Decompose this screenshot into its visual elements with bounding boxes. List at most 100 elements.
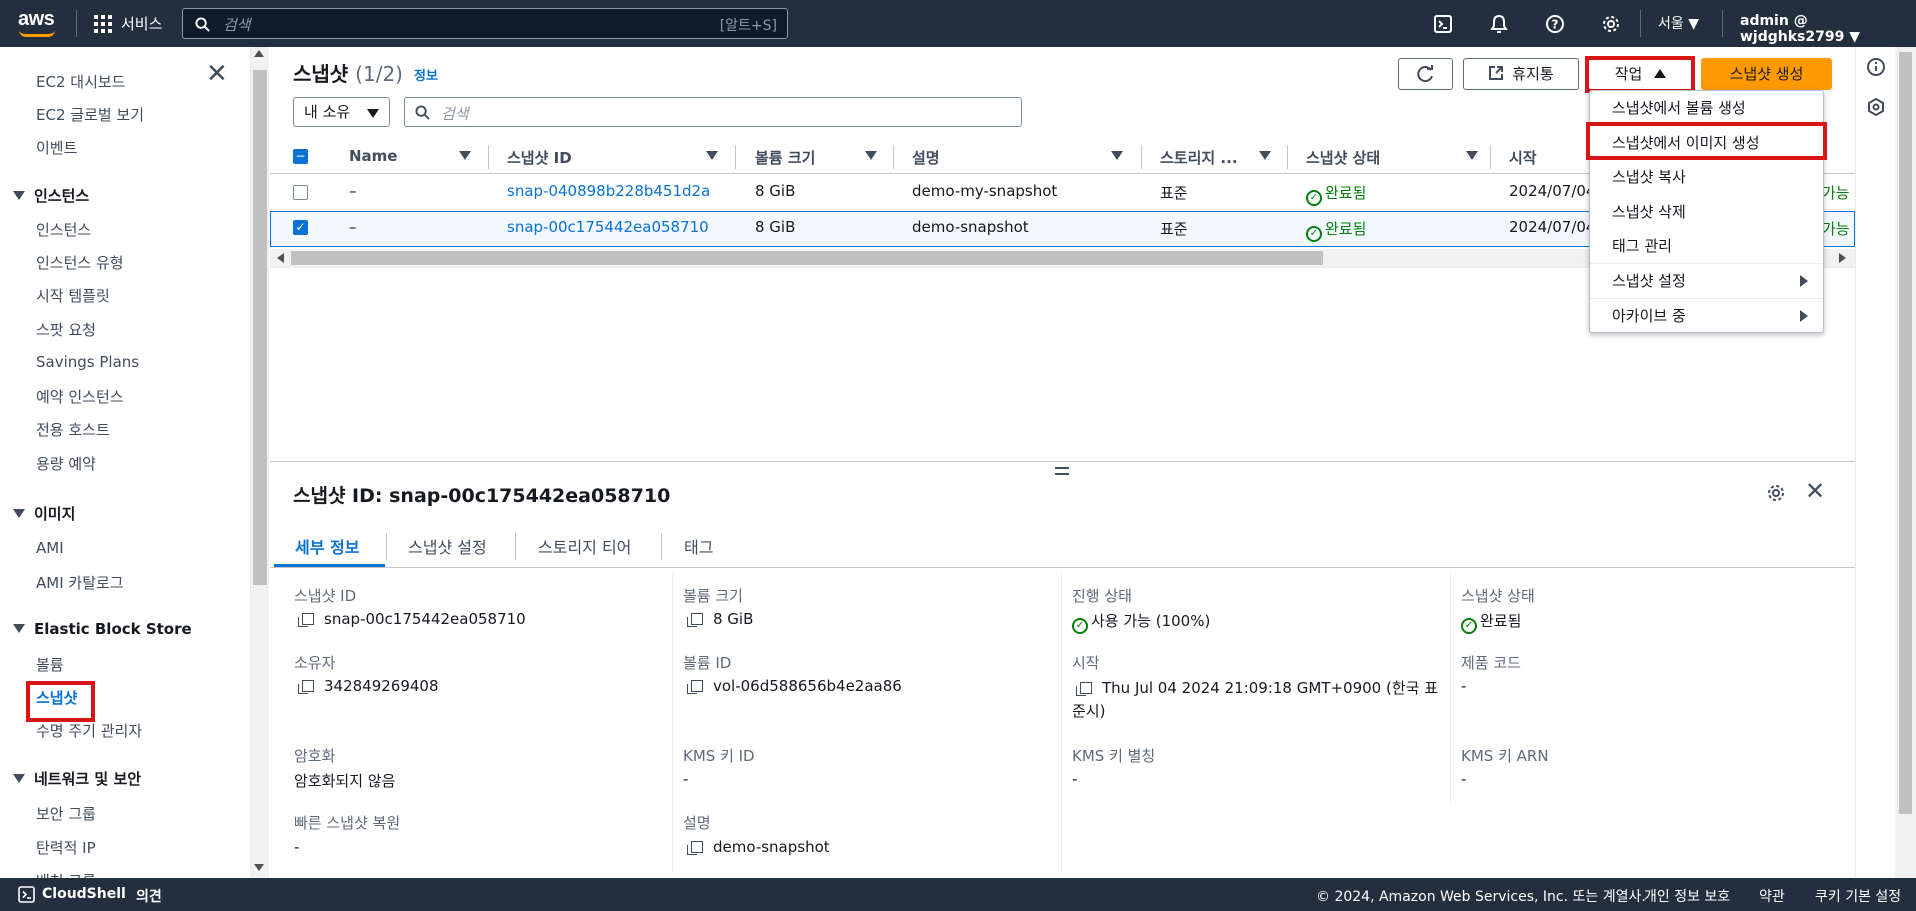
sidebar-section-instances[interactable]: 인스턴스 <box>13 185 89 206</box>
sidebar-item-global-view[interactable]: EC2 글로벌 보기 <box>36 104 144 125</box>
menu-item-archiving[interactable]: 아카이브 중 <box>1612 305 1686 326</box>
account-menu[interactable]: admin @ wjdghks2799 ▼ <box>1740 13 1916 45</box>
cell-snapshot-id-link[interactable]: snap-040898b228b451d2a <box>507 182 710 200</box>
column-header-storage-tier[interactable]: 스토리지 ... <box>1160 147 1238 168</box>
copy-icon[interactable] <box>687 680 703 694</box>
column-resizer[interactable] <box>893 145 894 169</box>
copy-icon[interactable] <box>687 841 703 855</box>
sidebar-item-ec2-dashboard[interactable]: EC2 대시보드 <box>36 71 125 92</box>
refresh-button[interactable] <box>1398 58 1453 90</box>
scroll-down-arrow-icon[interactable] <box>254 864 264 871</box>
sidebar-section-network[interactable]: 네트워크 및 보안 <box>13 768 141 789</box>
gear-icon[interactable] <box>1598 11 1624 37</box>
column-header-volume-size[interactable]: 볼륨 크기 <box>755 147 815 168</box>
cell-snapshot-id-link[interactable]: snap-00c175442ea058710 <box>507 218 709 236</box>
close-icon[interactable]: ✕ <box>1805 477 1825 505</box>
menu-item-create-volume[interactable]: 스냅샷에서 볼륨 생성 <box>1612 97 1746 118</box>
sidebar-item-launch-templates[interactable]: 시작 템플릿 <box>36 285 110 306</box>
services-menu[interactable]: 서비스 <box>121 13 162 34</box>
sidebar-item-instances[interactable]: 인스턴스 <box>36 219 91 240</box>
sort-icon[interactable] <box>459 151 471 160</box>
copy-icon[interactable] <box>298 680 314 694</box>
column-header-snapshot-state[interactable]: 스냅샷 상태 <box>1306 147 1380 168</box>
menu-item-delete-snapshot[interactable]: 스냅샷 삭제 <box>1612 201 1686 222</box>
column-header-snapshot-id[interactable]: 스냅샷 ID <box>507 147 572 168</box>
sidebar-item-capacity-reservations[interactable]: 용량 예약 <box>36 453 96 474</box>
cloudshell-icon[interactable] <box>1430 11 1456 37</box>
column-resizer[interactable] <box>1287 145 1288 169</box>
menu-item-copy-snapshot[interactable]: 스냅샷 복사 <box>1612 166 1686 187</box>
sidebar-section-images[interactable]: 이미지 <box>13 503 75 524</box>
column-header-name[interactable]: Name <box>349 147 397 165</box>
cookie-preferences-link[interactable]: 쿠키 기본 설정 <box>1815 886 1901 906</box>
menu-item-manage-tags[interactable]: 태그 관리 <box>1612 235 1672 256</box>
row-checkbox[interactable] <box>293 185 308 200</box>
sort-icon[interactable] <box>1259 151 1271 160</box>
tab-tags[interactable]: 태그 <box>684 534 713 558</box>
sidebar-item-savings-plans[interactable]: Savings Plans <box>36 353 139 371</box>
sidebar-item-elastic-ips[interactable]: 탄력적 IP <box>36 837 96 858</box>
sidebar-item-dedicated-hosts[interactable]: 전용 호스트 <box>36 419 110 440</box>
sidebar-item-spot-requests[interactable]: 스팟 요청 <box>36 319 96 340</box>
recycle-bin-button[interactable]: 휴지통 <box>1463 58 1579 90</box>
column-resizer[interactable] <box>1141 145 1142 169</box>
copy-icon[interactable] <box>687 613 703 627</box>
tab-snapshot-settings[interactable]: 스냅샷 설정 <box>408 534 487 558</box>
sidebar-section-ebs[interactable]: Elastic Block Store <box>13 620 192 638</box>
copy-icon[interactable] <box>298 613 314 627</box>
table-scrollbar-thumb[interactable] <box>291 251 1323 265</box>
help-icon[interactable]: ? <box>1542 11 1568 37</box>
page-scrollbar-thumb[interactable] <box>1899 52 1912 814</box>
sidebar-item-ami[interactable]: AMI <box>36 539 64 557</box>
volume-id-link[interactable]: vol-06d588656b4e2aa86 <box>687 677 902 695</box>
column-resizer[interactable] <box>488 145 489 169</box>
bell-icon[interactable] <box>1486 11 1512 37</box>
scroll-right-arrow-icon[interactable] <box>1839 253 1846 263</box>
services-grid-icon[interactable] <box>94 15 112 33</box>
tab-storage-tier[interactable]: 스토리지 티어 <box>538 534 631 558</box>
sidebar-item-volumes[interactable]: 볼륨 <box>36 654 64 675</box>
gear-icon[interactable] <box>1766 483 1786 507</box>
sort-icon[interactable] <box>706 151 718 160</box>
sidebar-item-instance-types[interactable]: 인스턴스 유형 <box>36 252 124 273</box>
row-checkbox-checked[interactable]: ✓ <box>293 220 308 235</box>
sidebar-item-ami-catalog[interactable]: AMI 카탈로그 <box>36 572 124 593</box>
column-header-started[interactable]: 시작 <box>1509 147 1537 168</box>
copy-icon[interactable] <box>1076 682 1092 696</box>
cloudshell-icon[interactable] <box>18 886 35 903</box>
sidebar-item-placement-groups[interactable]: 배치 그룹 <box>36 870 96 878</box>
hexagon-icon[interactable] <box>1866 97 1886 121</box>
menu-item-snapshot-settings[interactable]: 스냅샷 설정 <box>1612 270 1686 291</box>
select-all-checkbox[interactable]: − <box>293 149 308 164</box>
cloudshell-link[interactable]: CloudShell <box>42 886 126 902</box>
sidebar-item-lifecycle-manager[interactable]: 수명 주기 관리자 <box>36 720 142 741</box>
snapshot-search-input[interactable]: 검색 <box>404 97 1022 127</box>
snapshot-id-value[interactable]: snap-00c175442ea058710 <box>298 610 526 628</box>
sort-icon[interactable] <box>865 151 877 160</box>
close-icon[interactable]: ✕ <box>206 61 228 87</box>
sidebar-item-events[interactable]: 이벤트 <box>36 137 77 158</box>
drag-handle-icon[interactable] <box>1055 467 1069 475</box>
create-snapshot-button[interactable]: 스냅샷 생성 <box>1701 58 1832 90</box>
tab-details[interactable]: 세부 정보 <box>295 534 359 558</box>
sidebar-item-security-groups[interactable]: 보안 그룹 <box>36 803 96 824</box>
sidebar-item-reserved-instances[interactable]: 예약 인스턴스 <box>36 386 124 407</box>
column-resizer[interactable] <box>1490 145 1491 169</box>
info-icon[interactable] <box>1866 57 1886 81</box>
feedback-link[interactable]: 의견 <box>136 886 162 906</box>
sidebar-scrollbar-thumb[interactable] <box>253 70 267 585</box>
aws-logo[interactable]: aws <box>18 8 55 31</box>
terms-link[interactable]: 약관 <box>1759 886 1785 906</box>
sort-icon[interactable] <box>1111 151 1123 160</box>
privacy-link[interactable]: 개인 정보 보호 <box>1644 886 1730 906</box>
info-link[interactable]: 정보 <box>414 65 438 84</box>
column-header-description[interactable]: 설명 <box>912 147 940 168</box>
owner-filter-select[interactable]: 내 소유 <box>293 97 390 127</box>
cell-name: – <box>349 218 357 236</box>
sort-icon[interactable] <box>1466 151 1478 160</box>
global-search-input[interactable]: 검색 [알트+S] <box>182 8 788 39</box>
scroll-up-arrow-icon[interactable] <box>254 50 264 57</box>
column-resizer[interactable] <box>735 145 736 169</box>
region-selector[interactable]: 서울 ▼ <box>1658 13 1699 33</box>
scroll-left-arrow-icon[interactable] <box>277 253 284 263</box>
